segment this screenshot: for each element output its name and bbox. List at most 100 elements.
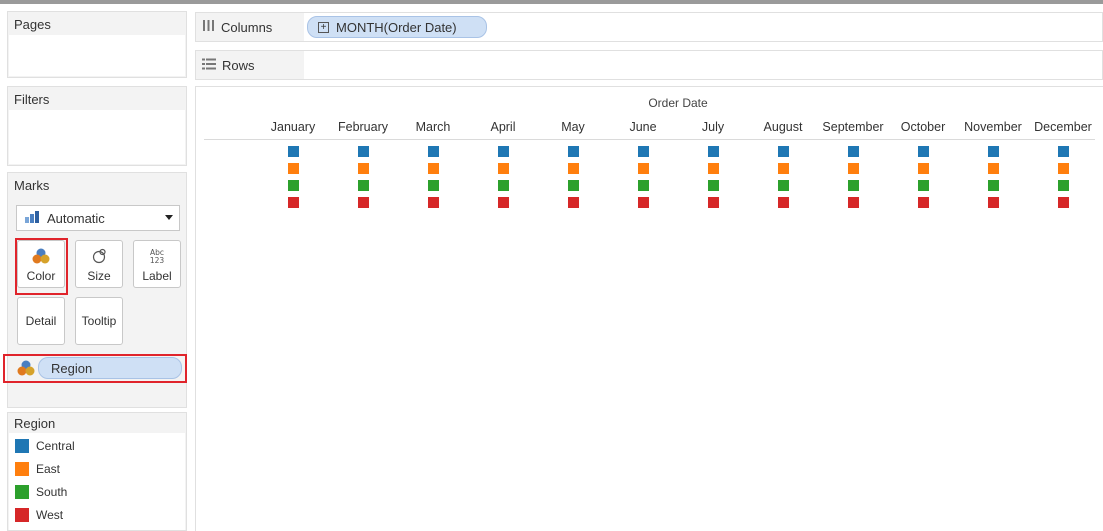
- mark-july-south[interactable]: [707, 180, 719, 191]
- mark-march-central[interactable]: [427, 146, 439, 157]
- mark-july-west[interactable]: [707, 197, 719, 208]
- tooltip-button[interactable]: Tooltip: [75, 297, 123, 345]
- month-order-date-pill[interactable]: + MONTH(Order Date): [307, 16, 487, 38]
- column-header-title: Order Date: [648, 96, 708, 110]
- mark-may-central[interactable]: [567, 146, 579, 157]
- mark-january-west[interactable]: [287, 197, 299, 208]
- month-header-december[interactable]: December: [1024, 120, 1102, 134]
- month-header-march[interactable]: March: [394, 120, 472, 134]
- pages-drop-area[interactable]: [9, 35, 185, 76]
- month-header-april[interactable]: April: [464, 120, 542, 134]
- mark-may-west[interactable]: [567, 197, 579, 208]
- legend-item-central[interactable]: Central: [15, 439, 75, 453]
- pages-panel[interactable]: Pages: [7, 11, 187, 78]
- mark-april-central[interactable]: [497, 146, 509, 157]
- mark-may-south[interactable]: [567, 180, 579, 191]
- mark-august-west[interactable]: [777, 197, 789, 208]
- mark-august-central[interactable]: [777, 146, 789, 157]
- filters-title: Filters: [14, 92, 50, 107]
- legend-swatch: [15, 485, 29, 499]
- mark-april-west[interactable]: [497, 197, 509, 208]
- rows-drop-area[interactable]: [304, 51, 1102, 79]
- chevron-down-icon[interactable]: [165, 215, 173, 220]
- mark-november-east[interactable]: [987, 163, 999, 174]
- color-button[interactable]: Color: [17, 240, 65, 288]
- mark-march-west[interactable]: [427, 197, 439, 208]
- month-header-february[interactable]: February: [324, 120, 402, 134]
- mark-september-west[interactable]: [847, 197, 859, 208]
- legend-item-south[interactable]: South: [15, 485, 67, 499]
- svg-text:123: 123: [150, 256, 165, 265]
- marks-title: Marks: [14, 178, 50, 193]
- rows-shelf-label-area: Rows: [196, 51, 304, 79]
- label-button[interactable]: Abc 123 Label: [133, 240, 181, 288]
- mark-february-west[interactable]: [357, 197, 369, 208]
- mark-type-dropdown[interactable]: Automatic: [16, 205, 180, 231]
- mark-july-central[interactable]: [707, 146, 719, 157]
- legend-item-label: Central: [36, 439, 75, 453]
- rows-icon: [202, 58, 216, 73]
- mark-may-east[interactable]: [567, 163, 579, 174]
- mark-december-east[interactable]: [1057, 163, 1069, 174]
- month-header-october[interactable]: October: [884, 120, 962, 134]
- mark-november-central[interactable]: [987, 146, 999, 157]
- month-header-may[interactable]: May: [534, 120, 612, 134]
- header-divider: [204, 139, 1095, 140]
- month-header-july[interactable]: July: [674, 120, 752, 134]
- rows-shelf[interactable]: Rows: [195, 50, 1103, 80]
- detail-button[interactable]: Detail: [17, 297, 65, 345]
- mark-august-south[interactable]: [777, 180, 789, 191]
- legend-body: Central East South West: [9, 433, 185, 530]
- size-button[interactable]: Size: [75, 240, 123, 288]
- filters-panel[interactable]: Filters: [7, 86, 187, 166]
- mark-december-central[interactable]: [1057, 146, 1069, 157]
- mark-january-central[interactable]: [287, 146, 299, 157]
- columns-shelf-label: Columns: [221, 19, 273, 35]
- month-header-june[interactable]: June: [604, 120, 682, 134]
- month-header-november[interactable]: November: [954, 120, 1032, 134]
- legend-item-label: South: [36, 485, 68, 499]
- mark-july-east[interactable]: [707, 163, 719, 174]
- columns-shelf[interactable]: Columns + MONTH(Order Date): [195, 12, 1103, 42]
- mark-january-east[interactable]: [287, 163, 299, 174]
- tooltip-button-label: Tooltip: [81, 314, 117, 328]
- mark-march-east[interactable]: [427, 163, 439, 174]
- mark-february-south[interactable]: [357, 180, 369, 191]
- mark-october-central[interactable]: [917, 146, 929, 157]
- plus-expand-icon[interactable]: +: [318, 21, 329, 33]
- mark-august-east[interactable]: [777, 163, 789, 174]
- label-button-label: Label: [142, 269, 172, 283]
- mark-october-south[interactable]: [917, 180, 929, 191]
- mark-october-east[interactable]: [917, 163, 929, 174]
- mark-january-south[interactable]: [287, 180, 299, 191]
- mark-december-west[interactable]: [1057, 197, 1069, 208]
- month-header-january[interactable]: January: [254, 120, 332, 134]
- mark-february-central[interactable]: [357, 146, 369, 157]
- mark-september-central[interactable]: [847, 146, 859, 157]
- legend-swatch: [15, 439, 29, 453]
- mark-june-west[interactable]: [637, 197, 649, 208]
- mark-october-west[interactable]: [917, 197, 929, 208]
- mark-april-east[interactable]: [497, 163, 509, 174]
- view-canvas: Order Date January February March April May J…: [195, 86, 1103, 531]
- month-header-august[interactable]: August: [744, 120, 822, 134]
- legend-item-east[interactable]: East: [15, 462, 60, 476]
- mark-december-south[interactable]: [1057, 180, 1069, 191]
- rows-shelf-label: Rows: [222, 57, 255, 73]
- mark-april-south[interactable]: [497, 180, 509, 191]
- month-header-september[interactable]: September: [814, 120, 892, 134]
- legend-swatch: [15, 462, 29, 476]
- filters-drop-area[interactable]: [9, 110, 185, 164]
- mark-september-south[interactable]: [847, 180, 859, 191]
- mark-june-east[interactable]: [637, 163, 649, 174]
- mark-june-south[interactable]: [637, 180, 649, 191]
- mark-november-south[interactable]: [987, 180, 999, 191]
- mark-june-central[interactable]: [637, 146, 649, 157]
- mark-november-west[interactable]: [987, 197, 999, 208]
- mark-september-east[interactable]: [847, 163, 859, 174]
- mark-march-south[interactable]: [427, 180, 439, 191]
- region-color-pill[interactable]: Region: [38, 357, 182, 379]
- legend-item-west[interactable]: West: [15, 508, 63, 522]
- mark-february-east[interactable]: [357, 163, 369, 174]
- legend-title: Region: [14, 416, 56, 431]
